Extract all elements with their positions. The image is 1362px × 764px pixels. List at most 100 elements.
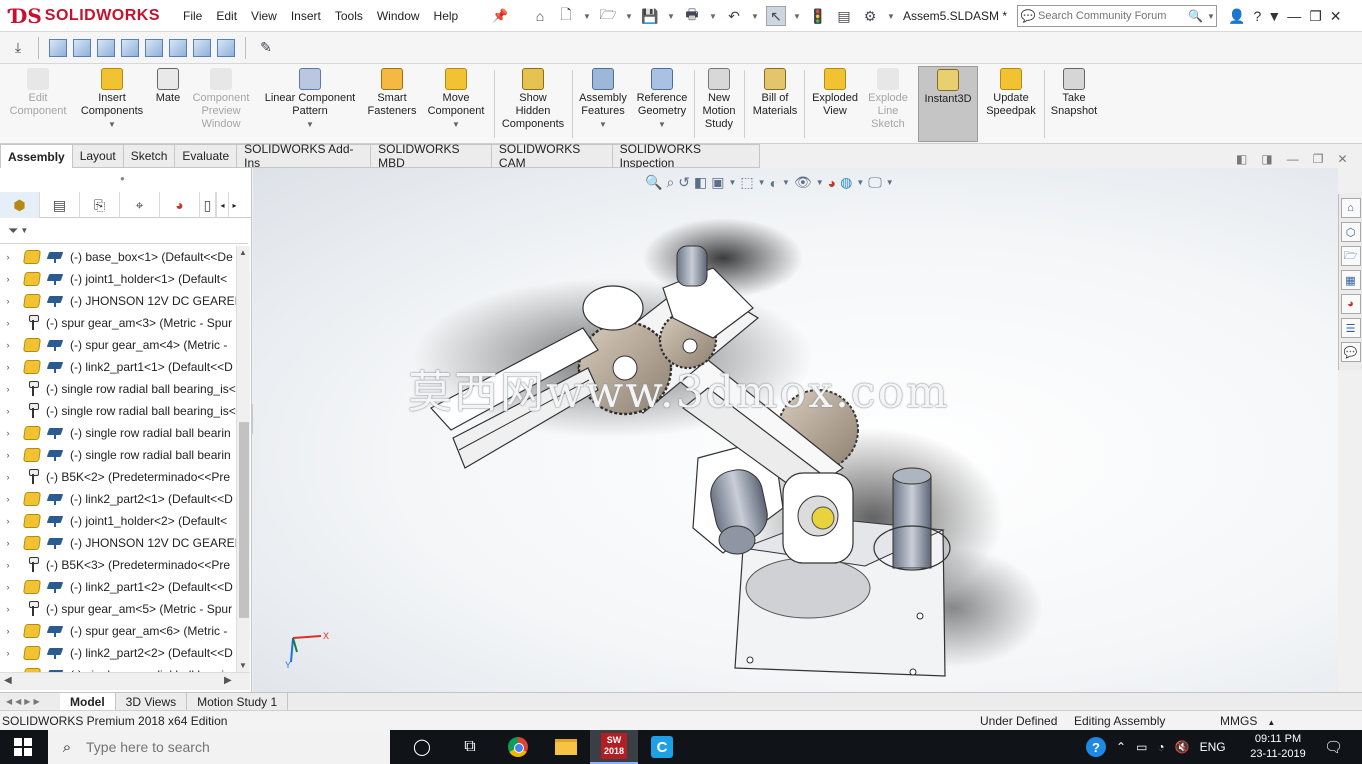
tree-item[interactable]: › (-) B5K<2> (Predeterminado<<Pre [0,466,236,488]
language-indicator[interactable]: ENG [1200,740,1226,754]
file-explorer-app[interactable] [542,730,590,764]
chrome-app[interactable] [494,730,542,764]
tab-model[interactable]: Model [60,692,116,711]
show-hidden-components-button[interactable]: Show Hidden Components [498,68,568,142]
chevron-down-icon[interactable]: ▼ [306,118,314,131]
system-clock[interactable]: 09:11 PM 23-11-2019 [1246,732,1310,762]
units-dropdown-icon[interactable]: ▲ [1267,718,1275,727]
wifi-icon[interactable]: ◔ [1157,740,1164,754]
appearances-icon[interactable]: ◕ [1340,294,1361,314]
undo-dropdown-icon[interactable]: ▼ [750,6,760,26]
expand-arrow-icon[interactable]: › [0,582,16,592]
update-speedpak-button[interactable]: Update Speedpak [982,68,1040,142]
scroll-left-icon[interactable]: ◀ [4,675,12,686]
search-icon[interactable]: 🔍 [1188,9,1206,23]
cube-view-icon[interactable] [121,38,139,57]
expand-arrow-icon[interactable]: › [0,384,16,394]
community-search-box[interactable]: 💬 🔍 ▼ [1017,5,1217,27]
help-dropdown-icon[interactable]: ▼ [1267,6,1281,26]
pin-menu-icon[interactable]: 📌 [492,8,508,24]
help-question-icon[interactable]: ? [1253,8,1261,24]
tree-item[interactable]: › (-) link2_part1<2> (Default<<D [0,576,236,598]
expand-arrow-icon[interactable]: › [0,450,16,460]
rebuild-traffic-light-icon[interactable]: 🚦 [808,6,828,26]
expand-arrow-icon[interactable]: › [0,362,16,372]
tile-left-icon[interactable]: ◧ [1236,152,1247,166]
tab-solidworks-cam[interactable]: SOLIDWORKS CAM [491,142,613,170]
undo-icon[interactable]: ↶ [724,6,744,26]
options-gear-icon[interactable]: ⚙ [860,6,880,26]
minimize-icon[interactable]: — [1287,8,1301,24]
new-document-icon[interactable]: 🗋 [556,6,576,26]
cam-tab[interactable]: ▯ [200,192,216,218]
options-dropdown-icon[interactable]: ▼ [886,6,896,26]
tree-item[interactable]: › (-) JHONSON 12V DC GEARED [0,532,236,554]
forum-icon[interactable]: 💬 [1340,342,1361,362]
ccleaner-app[interactable]: C [638,730,686,764]
tab-scroll-arrows[interactable]: ◀◀▶▶ [0,697,60,706]
expand-arrow-icon[interactable]: › [0,274,16,284]
tree-item[interactable]: › (-) link2_part2<1> (Default<<D [0,488,236,510]
reference-geometry-button[interactable]: Reference Geometry ▼ [632,68,692,142]
tree-item[interactable]: › (-) single row radial ball bearing_is< [0,378,236,400]
move-component-button[interactable]: Move Component ▼ [422,68,490,142]
menu-window[interactable]: Window [370,9,427,23]
expand-arrow-icon[interactable]: › [0,318,16,328]
insert-components-button[interactable]: Insert Components ▼ [76,68,148,142]
menu-help[interactable]: Help [427,9,466,23]
expand-arrow-icon[interactable]: › [0,538,16,548]
new-dropdown-icon[interactable]: ▼ [582,6,592,26]
property-manager-tab[interactable]: ▤ [40,192,80,218]
scroll-thumb[interactable] [239,422,249,618]
display-manager-tab[interactable]: ◕ [160,192,200,218]
assembly-features-button[interactable]: Assembly Features ▼ [576,68,630,142]
tab-motion-study-1[interactable]: Motion Study 1 [187,692,289,711]
panel-grip-icon[interactable]: ● [120,174,125,183]
restore-icon[interactable]: ❐ [1309,8,1322,25]
tree-filter[interactable]: ⏷ ▼ [0,218,248,244]
taskbar-search-input[interactable] [86,739,366,755]
status-units[interactable]: MMGS ▲ [1220,714,1275,728]
menu-file[interactable]: File [176,9,209,23]
solidworks-app[interactable]: SW 2018 [590,730,638,764]
expand-arrow-icon[interactable]: › [0,604,16,614]
volume-muted-icon[interactable]: 🔇 [1175,740,1190,754]
tabs-scroll-right[interactable]: ▸ [228,192,240,218]
home-icon[interactable]: ⌂ [530,6,550,26]
file-properties-icon[interactable]: ▤ [834,6,854,26]
sketch-pen-icon[interactable]: ✎ [256,38,276,58]
mate-button[interactable]: Mate [152,68,184,142]
chevron-down-icon[interactable]: ▼ [599,118,607,131]
tree-item[interactable]: › (-) single row radial ball bearing_is< [0,400,236,422]
expand-arrow-icon[interactable]: › [0,560,16,570]
design-library-icon[interactable]: ⬡ [1340,222,1361,242]
select-dropdown-icon[interactable]: ▼ [792,6,802,26]
expand-arrow-icon[interactable]: › [0,252,16,262]
component-preview-window-button[interactable]: Component Preview Window [188,68,254,142]
tab-solidworks-mbd[interactable]: SOLIDWORKS MBD [371,142,492,170]
filter-dropdown-icon[interactable]: ▼ [20,226,28,235]
scroll-down-icon[interactable]: ▼ [239,661,247,670]
menu-insert[interactable]: Insert [284,9,328,23]
tab-evaluate[interactable]: Evaluate [175,144,238,168]
cube-view-icon[interactable] [217,38,235,57]
cube-view-icon[interactable] [145,38,163,57]
tabs-scroll-left[interactable]: ◂ [216,192,228,218]
graphics-area[interactable]: 🔍 ⌕ ↺ ◧ ▣ ▼ ⬚ ▼ ◐ ▼ 👁 ▼ ◕ ◍ ▼ 🖵 ▼ 莫西网www… [253,168,1338,692]
expand-arrow-icon[interactable]: › [0,516,16,526]
cube-view-icon[interactable] [49,38,67,57]
menu-edit[interactable]: Edit [209,9,244,23]
tree-item[interactable]: › (-) base_box<1> (Default<<De [0,246,236,268]
tile-right-icon[interactable]: ◨ [1261,152,1272,166]
explode-line-sketch-button[interactable]: Explode Line Sketch [864,68,912,142]
menu-tools[interactable]: Tools [328,9,370,23]
cortana-circle-icon[interactable]: ◯ [398,730,446,764]
expand-arrow-icon[interactable]: › [0,494,16,504]
robot-arm-assembly-model[interactable] [253,168,1338,692]
tree-item[interactable]: › (-) single row radial ball bearin [0,422,236,444]
tree-item[interactable]: › (-) spur gear_am<4> (Metric - [0,334,236,356]
tree-item[interactable]: › (-) spur gear_am<5> (Metric - Spur [0,598,236,620]
windows-start-icon[interactable] [14,738,32,756]
user-account-icon[interactable]: 👤 [1228,8,1245,25]
cube-view-icon[interactable] [193,38,211,57]
